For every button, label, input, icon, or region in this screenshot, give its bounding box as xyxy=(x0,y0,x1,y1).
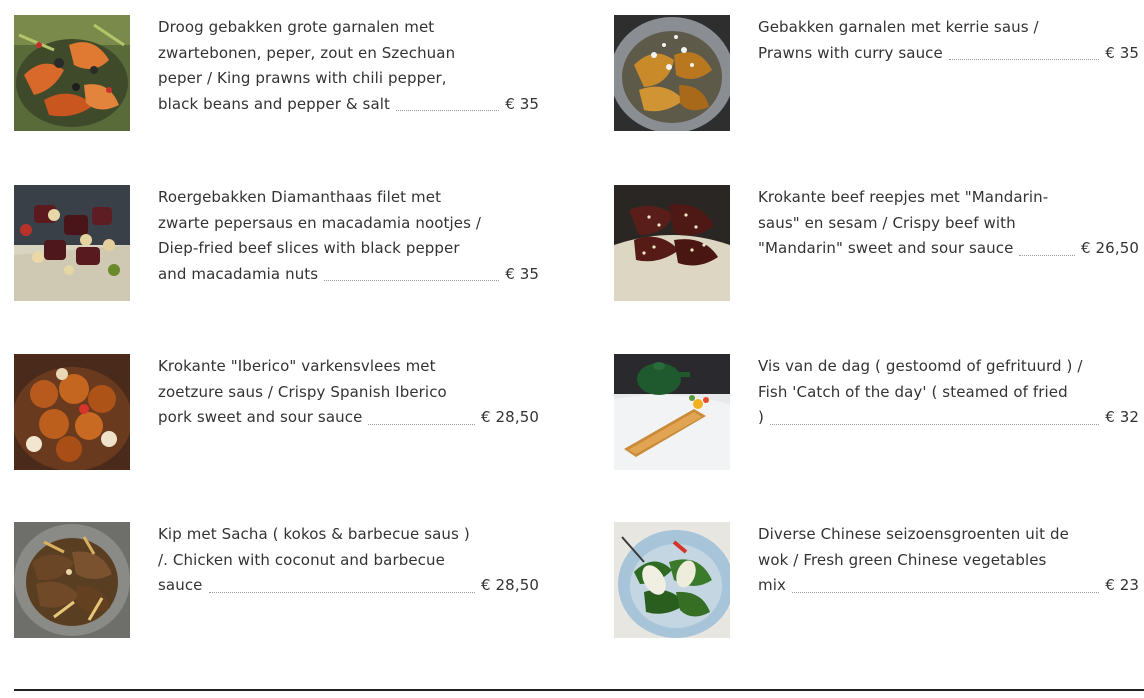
description-last-line: and macadamia nuts € 35 xyxy=(158,262,539,288)
price: € 23 xyxy=(1105,576,1139,594)
menu-item-description: Krokante beef reepjes met "Mandarin- sau… xyxy=(758,185,1139,262)
menu-item-description: Diverse Chinese seizoensgroenten uit de … xyxy=(758,522,1139,599)
description-line: wok / Fresh green Chinese vegetables xyxy=(758,550,1047,569)
leader-dots xyxy=(368,423,476,425)
price: € 28,50 xyxy=(481,408,539,426)
menu-item-description: Krokante "Iberico" varkensvlees met zoet… xyxy=(158,354,539,431)
leader-dots xyxy=(948,58,1100,60)
price: € 26,50 xyxy=(1081,239,1139,257)
menu-item-description: Gebakken garnalen met kerrie saus / Praw… xyxy=(758,15,1139,66)
description-line: Diverse Chinese seizoensgroenten uit de xyxy=(758,525,1069,543)
description-line: zoetzure saus / Crispy Spanish Iberico xyxy=(158,382,447,401)
leader-dots xyxy=(791,591,1100,593)
curry-prawns-photo xyxy=(614,15,730,131)
description-line: saus" en sesam / Crispy beef with xyxy=(758,213,1016,232)
description-line: pork sweet and sour sauce xyxy=(158,408,363,426)
menu-item-description: Droog gebakken grote garnalen met zwarte… xyxy=(158,15,539,117)
iberico-pork-photo xyxy=(14,354,130,470)
description-line: and macadamia nuts xyxy=(158,264,319,283)
menu-item-description: Kip met Sacha ( kokos & barbecue saus ) … xyxy=(158,522,539,599)
catch-of-the-day-photo xyxy=(614,354,730,470)
description-last-line: sauce € 28,50 xyxy=(158,573,539,599)
price: € 35 xyxy=(505,94,539,113)
mandarin-beef-photo xyxy=(614,185,730,301)
description-line: "Mandarin" sweet and sour sauce xyxy=(758,239,1014,257)
description-line: Krokante "Iberico" varkensvlees met xyxy=(158,357,436,375)
price: € 32 xyxy=(1105,408,1139,426)
sacha-chicken-photo xyxy=(14,522,130,638)
description-line: Roergebakken Diamanthaas filet met xyxy=(158,188,442,206)
description-line: mix xyxy=(758,576,786,594)
leader-dots xyxy=(208,591,476,593)
description-last-line: ) € 32 xyxy=(758,405,1139,431)
description-line: /. Chicken with coconut and barbecue xyxy=(158,550,445,569)
description-last-line: mix € 23 xyxy=(758,573,1139,599)
description-last-line: "Mandarin" sweet and sour sauce € 26,50 xyxy=(758,236,1139,262)
description-line: black beans and pepper & salt xyxy=(158,94,390,113)
description-last-line: Prawns with curry sauce € 35 xyxy=(758,41,1139,67)
beef-macadamia-photo xyxy=(14,185,130,301)
description-line: Gebakken garnalen met kerrie saus / xyxy=(758,18,1039,36)
menu-item-description: Roergebakken Diamanthaas filet met zwart… xyxy=(158,185,539,287)
description-line: Diep-fried beef slices with black pepper xyxy=(158,239,460,257)
section-divider xyxy=(14,689,1144,691)
leader-dots xyxy=(395,109,500,111)
description-line: zwarte pepersaus en macadamia nootjes / xyxy=(158,213,482,232)
leader-dots xyxy=(1019,254,1076,256)
description-line: Prawns with curry sauce xyxy=(758,43,943,62)
price: € 35 xyxy=(1105,43,1139,62)
description-line: Krokante beef reepjes met "Mandarin- xyxy=(758,188,1049,206)
description-line: peper / King prawns with chili pepper, xyxy=(158,69,447,87)
description-last-line: black beans and pepper & salt € 35 xyxy=(158,92,539,118)
description-line: Fish 'Catch of the day' ( steamed of fri… xyxy=(758,382,1068,401)
description-line: Kip met Sacha ( kokos & barbecue saus ) xyxy=(158,525,470,543)
description-line: zwartebonen, peper, zout en Szechuan xyxy=(158,43,456,62)
leader-dots xyxy=(324,279,500,281)
leader-dots xyxy=(769,423,1100,425)
price: € 28,50 xyxy=(481,576,539,594)
description-last-line: pork sweet and sour sauce € 28,50 xyxy=(158,405,539,431)
description-line: Vis van de dag ( gestoomd of gefrituurd … xyxy=(758,357,1083,375)
menu-item-description: Vis van de dag ( gestoomd of gefrituurd … xyxy=(758,354,1139,431)
description-line: sauce xyxy=(158,576,203,594)
king-prawns-photo xyxy=(14,15,130,131)
price: € 35 xyxy=(505,264,539,283)
description-line: ) xyxy=(758,408,764,426)
description-line: Droog gebakken grote garnalen met xyxy=(158,18,435,36)
chinese-vegetables-photo xyxy=(614,522,730,638)
